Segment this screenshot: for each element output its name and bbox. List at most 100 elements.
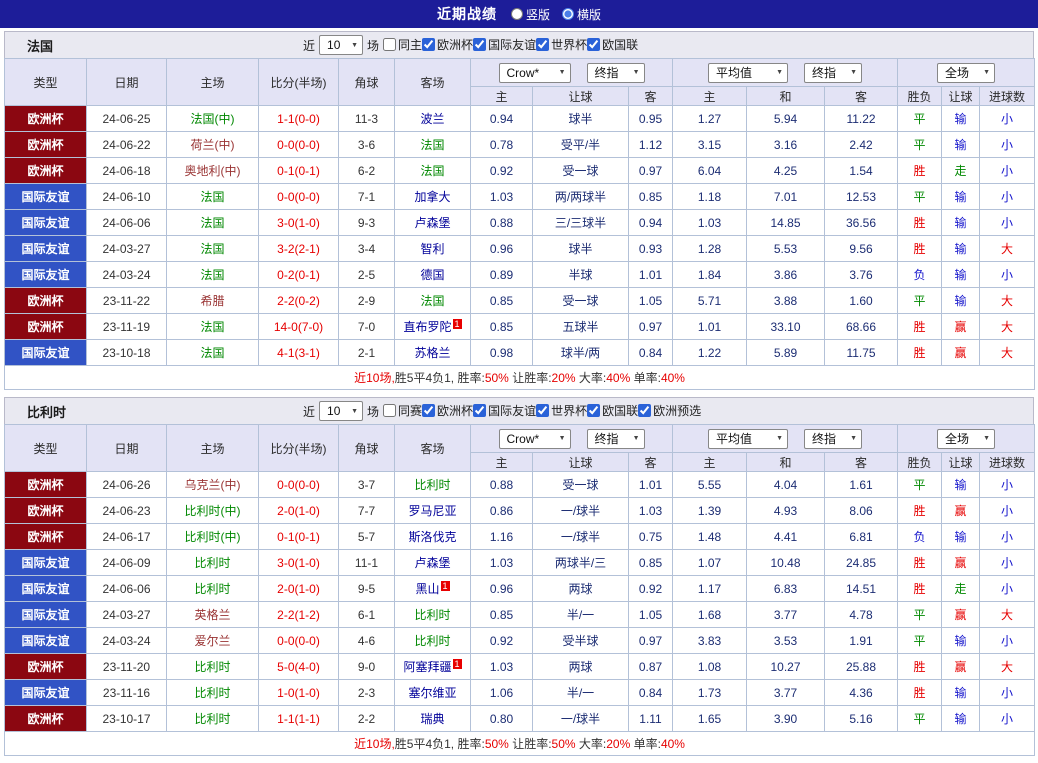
date-cell: 24-03-24: [86, 261, 167, 288]
corners-cell: 6-2: [338, 157, 395, 184]
win-draw-loss-subheader: 胜负: [897, 86, 943, 106]
filter-checkbox-3[interactable]: 世界杯: [536, 402, 587, 419]
home-team-cell: 希腊: [166, 287, 259, 314]
page-title: 近期战绩: [436, 6, 497, 22]
team-section-0: 法国 近 10 ▼ 场 同主 欧洲杯 国际友谊 世界杯 欧国联 类型 日期 主场…: [3, 31, 1036, 390]
corners-cell: 11-1: [338, 549, 395, 576]
layout-radio-input-0[interactable]: [510, 8, 523, 20]
avg-away-cell: 68.66: [823, 313, 899, 340]
filter-checkbox-input-1[interactable]: [422, 38, 436, 51]
avg-stage-select[interactable]: 终指 ▼: [804, 428, 863, 449]
match-type-cell: 欧洲杯: [4, 105, 87, 132]
odds-stage-select-value: 终指: [594, 66, 619, 80]
layout-radio-0[interactable]: 竖版: [510, 6, 550, 23]
match-type-cell: 欧洲杯: [4, 705, 87, 732]
filter-checkbox-0[interactable]: 同赛: [383, 402, 422, 419]
summary-segment: 近10场,: [354, 371, 395, 385]
table-row: 国际友谊 24-03-27 法国 3-2(2-1) 3-4 智利 0.96 球半 0.93 1.2…: [4, 235, 1036, 262]
odds-stage-select[interactable]: 终指 ▼: [586, 428, 645, 449]
win-draw-loss-cell: 胜: [897, 209, 943, 236]
filter-checkbox-4[interactable]: 欧国联: [587, 402, 638, 419]
date-cell: 24-03-27: [86, 235, 167, 262]
win-draw-loss-cell: 胜: [897, 235, 943, 262]
filter-checkbox-input-3[interactable]: [536, 38, 550, 51]
filter-checkbox-input-0[interactable]: [383, 404, 397, 417]
date-cell: 24-06-22: [86, 131, 167, 158]
home-odds-cell: 0.98: [470, 339, 533, 366]
summary-segment: 单率:: [630, 371, 661, 385]
corners-cell: 3-7: [338, 471, 395, 498]
handicap-result-cell: 赢: [941, 497, 981, 524]
win-draw-loss-subheader: 胜负: [897, 452, 943, 472]
filter-checkbox-2[interactable]: 国际友谊: [473, 36, 536, 53]
home-odds-cell: 0.96: [470, 575, 533, 602]
handicap-cell: 受半球: [532, 627, 629, 654]
avg-group-header: 平均值 ▼ 终指 ▼: [671, 58, 899, 87]
filter-checkbox-input-2[interactable]: [473, 38, 487, 51]
team-name-text: 法国: [200, 242, 225, 256]
team-name: 法国: [27, 38, 54, 54]
avg-away-cell: 8.06: [823, 497, 899, 524]
filter-checkbox-input-4[interactable]: [587, 38, 601, 51]
home-odds-cell: 0.86: [470, 497, 533, 524]
match-type-cell: 国际友谊: [4, 209, 87, 236]
filter-checkbox-input-4[interactable]: [587, 404, 601, 417]
bookmaker-select[interactable]: Crow* ▼: [498, 428, 571, 449]
bookmaker-select[interactable]: Crow* ▼: [498, 62, 571, 83]
away-team-cell: 加拿大: [394, 183, 471, 210]
filter-checkbox-input-2[interactable]: [473, 404, 487, 417]
chevron-down-icon: ▼: [850, 435, 858, 442]
average-select[interactable]: 平均值 ▼: [708, 62, 789, 83]
filter-checkbox-label: 同主: [398, 38, 423, 52]
scope-select[interactable]: 全场 ▼: [937, 62, 996, 83]
scope-select[interactable]: 全场 ▼: [937, 428, 996, 449]
filter-checkbox-0[interactable]: 同主: [383, 36, 422, 53]
corners-cell: 6-1: [338, 601, 395, 628]
filter-checkbox-5[interactable]: 欧洲预选: [638, 402, 701, 419]
bookmaker-select-value: Crow*: [506, 431, 540, 446]
handicap-result-cell: 输: [941, 105, 981, 132]
summary-segment: 50%: [484, 737, 509, 751]
col-date-header: 日期: [86, 58, 167, 106]
win-draw-loss-cell: 平: [897, 601, 943, 628]
filter-checkbox-1[interactable]: 欧洲杯: [422, 36, 473, 53]
date-cell: 24-06-17: [86, 523, 167, 550]
away-team-cell: 斯洛伐克: [394, 523, 471, 550]
odds-stage-select[interactable]: 终指 ▼: [586, 62, 645, 83]
layout-radio-1[interactable]: 横版: [562, 6, 601, 23]
average-select[interactable]: 平均值 ▼: [708, 428, 789, 449]
team-name-text: 塞尔维亚: [408, 686, 457, 700]
filter-checkbox-label: 世界杯: [551, 404, 588, 418]
summary-segment: 让胜率:: [508, 737, 552, 751]
match-type-cell: 欧洲杯: [4, 287, 87, 314]
layout-radio-input-1[interactable]: [562, 8, 574, 20]
filter-checkbox-2[interactable]: 国际友谊: [473, 402, 536, 419]
score-cell: 2-2(0-2): [258, 287, 339, 314]
filter-checkbox-3[interactable]: 世界杯: [536, 36, 587, 53]
home-odds-cell: 1.03: [470, 549, 533, 576]
avg-group-header: 平均值 ▼ 终指 ▼: [671, 424, 899, 453]
filter-checkbox-input-1[interactable]: [422, 404, 436, 417]
avg-away-cell: 14.51: [823, 575, 899, 602]
filter-checkbox-4[interactable]: 欧国联: [587, 36, 638, 53]
goals-result-cell: 大: [979, 339, 1036, 366]
filter-checkbox-input-5[interactable]: [638, 404, 652, 417]
team-name-text: 法国: [420, 138, 445, 152]
away-odds-cell: 0.85: [628, 183, 673, 210]
team-name-text: 瑞典: [420, 712, 445, 726]
filter-checkbox-1[interactable]: 欧洲杯: [422, 402, 473, 419]
games-count-select[interactable]: 10 ▼: [319, 35, 364, 55]
goals-result-cell: 小: [979, 627, 1036, 654]
filter-checkbox-input-3[interactable]: [536, 404, 550, 417]
handicap-result-cell: 输: [941, 183, 981, 210]
win-draw-loss-cell: 平: [897, 183, 943, 210]
avg-away-cell: 24.85: [823, 549, 899, 576]
filter-checkbox-input-0[interactable]: [383, 38, 397, 51]
col-score-header: 比分(半场): [258, 424, 339, 472]
games-count-select[interactable]: 10 ▼: [319, 401, 364, 421]
date-cell: 23-11-22: [86, 287, 167, 314]
score-cell: 14-0(7-0): [258, 313, 339, 340]
date-cell: 24-06-09: [86, 549, 167, 576]
avg-stage-select[interactable]: 终指 ▼: [804, 62, 863, 83]
home-team-cell: 法国: [166, 183, 259, 210]
